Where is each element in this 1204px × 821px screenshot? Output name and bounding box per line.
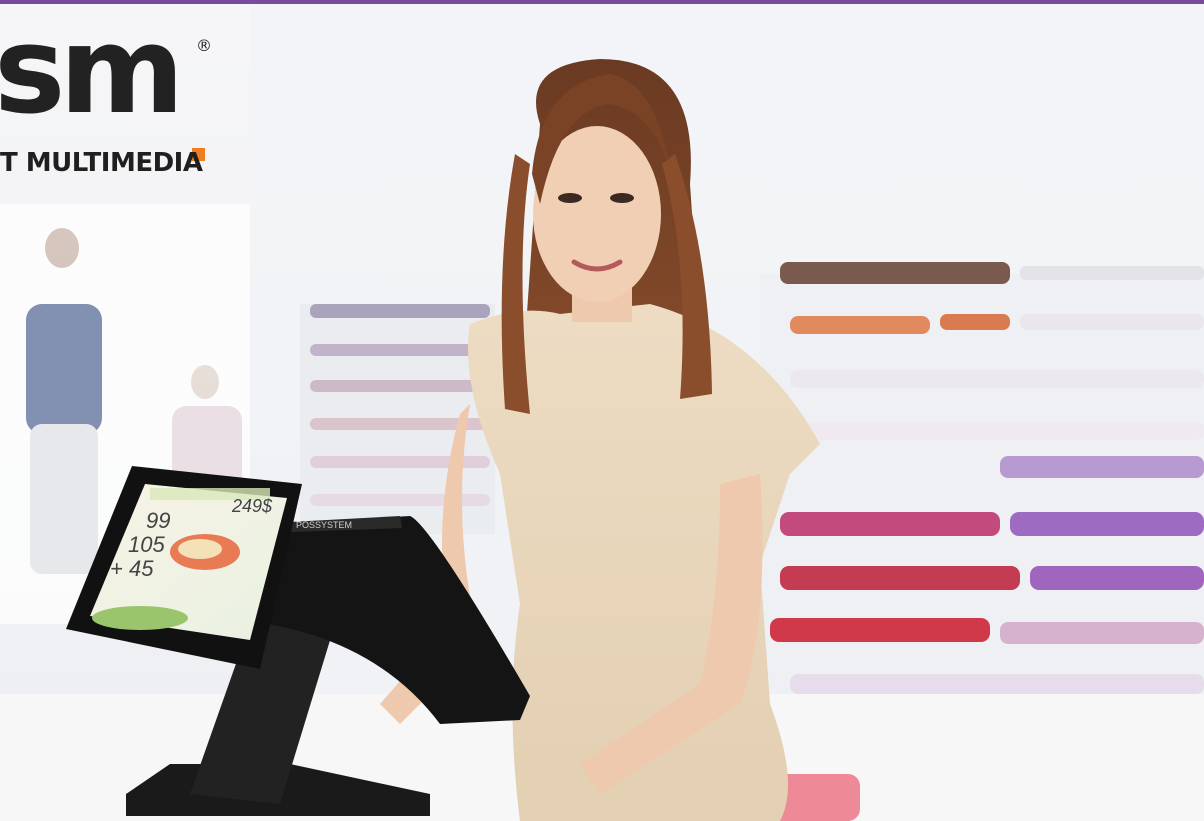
pos-brand-label: POSSYSTEM [296, 520, 352, 530]
logo-wordmark: sm [0, 2, 184, 141]
company-logo: sm ® T MULTIMEDIA [0, 12, 230, 184]
display-number-2: 105 [128, 532, 165, 557]
display-price-label: 249$ [231, 496, 273, 516]
registered-trademark-icon: ® [196, 36, 212, 55]
right-shelf-unit [760, 262, 1204, 724]
display-number-3: + 45 [110, 556, 154, 581]
display-number-1: 99 [146, 508, 170, 533]
logo-tagline: T MULTIMEDIA [0, 148, 203, 178]
photo-scene: POSSYSTEM 249$ 99 105 + 45 sm ® T MULTIM… [0, 0, 1204, 821]
